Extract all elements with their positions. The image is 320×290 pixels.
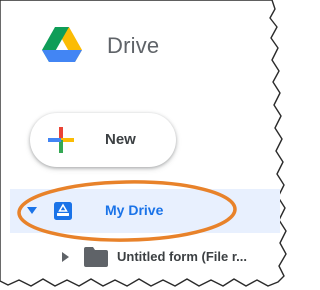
sidebar-item-my-drive[interactable]: My Drive <box>10 189 280 233</box>
google-drive-logo-icon[interactable] <box>42 27 82 63</box>
new-button-label: New <box>105 131 136 148</box>
chevron-down-icon[interactable] <box>27 207 37 215</box>
sidebar-item-label: Untitled form (File r... <box>117 249 248 264</box>
sidebar-item-untitled-form[interactable]: Untitled form (File r... <box>10 245 280 271</box>
sidebar-item-label: My Drive <box>105 202 164 218</box>
chevron-right-icon[interactable] <box>62 252 69 262</box>
app-title: Drive <box>107 33 160 58</box>
folder-icon <box>84 247 108 267</box>
drive-sidebar-panel: Drive New My Drive Untitled form (File r… <box>0 0 290 290</box>
plus-icon <box>48 127 74 153</box>
new-button[interactable]: New <box>30 113 176 167</box>
drive-icon <box>54 202 72 220</box>
